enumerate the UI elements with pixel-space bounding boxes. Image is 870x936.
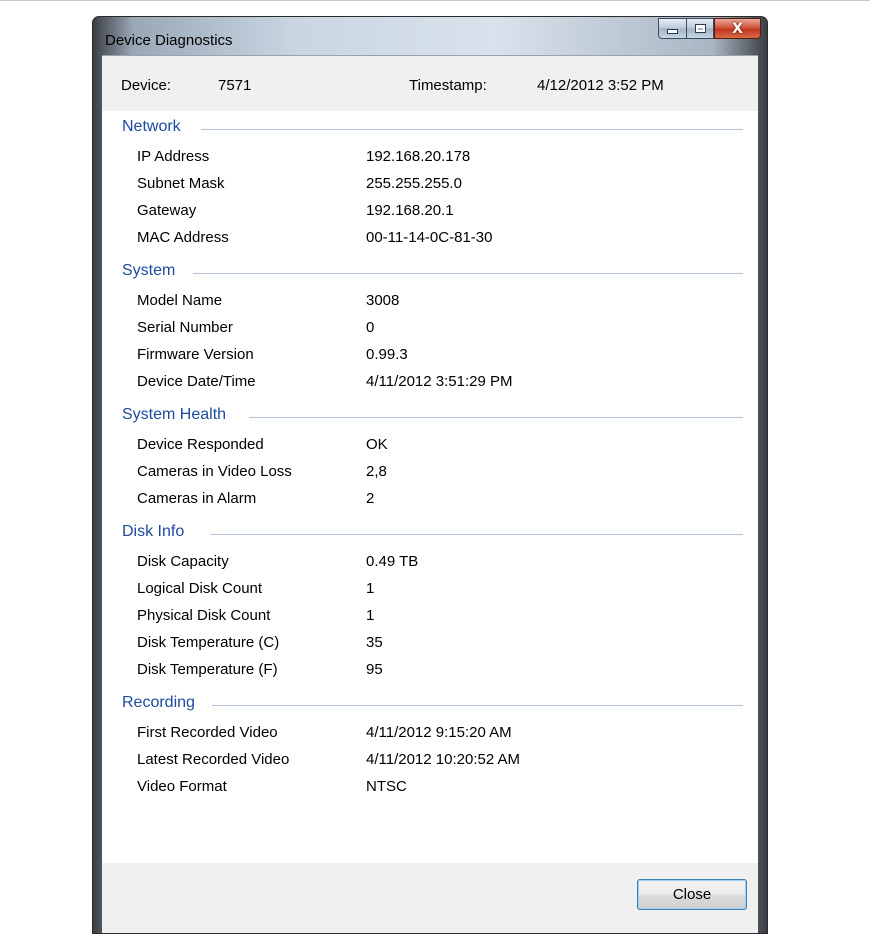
dialog-footer: Close xyxy=(102,863,758,933)
row-value-video-format: NTSC xyxy=(366,778,407,795)
section-title-recording: Recording xyxy=(122,694,195,711)
row-value-logical-disk-count: 1 xyxy=(366,580,375,597)
close-button[interactable]: Close xyxy=(637,879,747,910)
row-label-device-responded: Device Responded xyxy=(137,436,264,453)
row-label-cameras-video-loss: Cameras in Video Loss xyxy=(137,463,292,480)
row-label-disk-temperature-f: Disk Temperature (F) xyxy=(137,661,278,678)
row-label-device-date-time: Device Date/Time xyxy=(137,373,256,390)
row-label-serial-number: Serial Number xyxy=(137,319,233,336)
row-label-mac-address: MAC Address xyxy=(137,229,229,246)
row-label-ip-address: IP Address xyxy=(137,148,210,165)
row-value-physical-disk-count: 1 xyxy=(366,607,375,624)
maximize-icon xyxy=(694,24,706,33)
section-title-network: Network xyxy=(122,118,181,135)
section-title-system-health: System Health xyxy=(122,406,227,423)
row-value-gateway: 192.168.20.1 xyxy=(366,202,454,219)
close-icon: X xyxy=(732,20,743,37)
device-header: Device: 7571 Timestamp: 4/12/2012 3:52 P… xyxy=(102,56,758,111)
section-divider-system xyxy=(193,273,743,274)
section-title-disk-info: Disk Info xyxy=(122,523,185,540)
row-value-firmware-version: 0.99.3 xyxy=(366,346,408,363)
caption-buttons: X xyxy=(658,18,761,40)
row-value-ip-address: 192.168.20.178 xyxy=(366,148,471,165)
row-value-device-responded: OK xyxy=(366,436,388,453)
maximize-button[interactable] xyxy=(686,18,714,39)
row-value-subnet-mask: 255.255.255.0 xyxy=(366,175,462,192)
device-value: 7571 xyxy=(218,77,252,94)
section-divider-disk-info xyxy=(210,534,743,535)
section-divider-network xyxy=(201,129,743,130)
row-label-first-recorded-video: First Recorded Video xyxy=(137,724,278,741)
row-value-model-name: 3008 xyxy=(366,292,400,309)
timestamp-label: Timestamp: xyxy=(409,77,487,94)
device-label: Device: xyxy=(121,77,172,94)
row-value-disk-capacity: 0.49 TB xyxy=(366,553,419,570)
row-label-logical-disk-count: Logical Disk Count xyxy=(137,580,263,597)
row-value-cameras-video-loss: 2,8 xyxy=(366,463,387,480)
row-value-serial-number: 0 xyxy=(366,319,375,336)
row-label-physical-disk-count: Physical Disk Count xyxy=(137,607,271,624)
row-label-firmware-version: Firmware Version xyxy=(137,346,254,363)
row-value-mac-address: 00-11-14-0C-81-30 xyxy=(366,229,493,246)
row-value-latest-recorded-video: 4/11/2012 10:20:52 AM xyxy=(366,751,521,768)
row-label-gateway: Gateway xyxy=(137,202,197,219)
row-value-cameras-in-alarm: 2 xyxy=(366,490,375,507)
row-label-latest-recorded-video: Latest Recorded Video xyxy=(137,751,290,768)
device-diagnostics-window: Device Diagnostics X Device: 7571 Timest… xyxy=(92,16,768,934)
row-label-model-name: Model Name xyxy=(137,292,223,309)
row-label-video-format: Video Format xyxy=(137,778,227,795)
dialog-client-area: Device: 7571 Timestamp: 4/12/2012 3:52 P… xyxy=(102,55,758,933)
top-divider xyxy=(0,0,870,1)
window-title: Device Diagnostics xyxy=(105,32,233,49)
row-value-disk-temperature-f: 95 xyxy=(366,661,383,678)
row-value-device-date-time: 4/11/2012 3:51:29 PM xyxy=(366,373,513,390)
minimize-icon xyxy=(667,29,678,34)
row-label-disk-temperature-c: Disk Temperature (C) xyxy=(137,634,280,651)
row-label-subnet-mask: Subnet Mask xyxy=(137,175,225,192)
timestamp-value: 4/12/2012 3:52 PM xyxy=(537,77,664,94)
row-label-disk-capacity: Disk Capacity xyxy=(137,553,229,570)
row-label-cameras-in-alarm: Cameras in Alarm xyxy=(137,490,257,507)
close-window-button[interactable]: X xyxy=(714,18,761,39)
section-divider-system-health xyxy=(249,417,743,418)
row-value-first-recorded-video: 4/11/2012 9:15:20 AM xyxy=(366,724,512,741)
section-divider-recording xyxy=(212,705,743,706)
minimize-button[interactable] xyxy=(658,18,686,39)
title-bar[interactable]: Device Diagnostics X xyxy=(93,17,767,49)
row-value-disk-temperature-c: 35 xyxy=(366,634,383,651)
section-title-system: System xyxy=(122,262,176,279)
